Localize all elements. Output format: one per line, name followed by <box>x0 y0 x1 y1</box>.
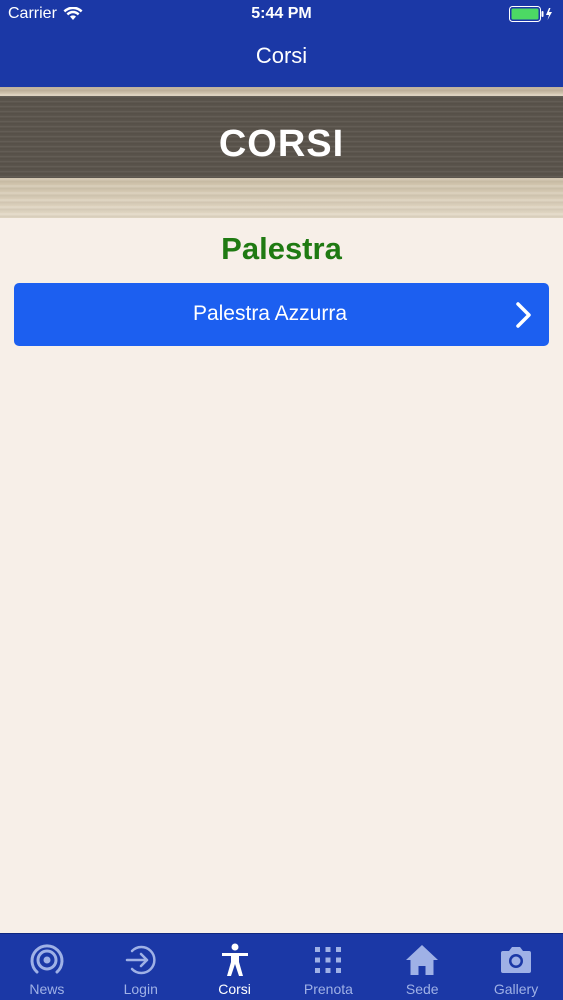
tab-corsi[interactable]: Corsi <box>188 934 282 1000</box>
chevron-right-icon <box>516 302 531 328</box>
tab-bar: News Login Corsi Prenota Sede Gallery <box>0 933 563 1000</box>
broadcast-icon <box>30 944 64 974</box>
tab-label: Gallery <box>493 981 539 997</box>
grid-icon <box>315 947 342 973</box>
tab-prenota[interactable]: Prenota <box>281 934 375 1000</box>
course-label: Palestra Azzurra <box>192 302 348 325</box>
banner-band: CORSI <box>0 96 563 178</box>
tab-label: News <box>29 981 65 997</box>
login-icon <box>125 945 156 975</box>
battery-icon <box>509 6 552 22</box>
tab-news[interactable]: News <box>0 934 94 1000</box>
page-title: Corsi <box>255 43 308 68</box>
status-time: 5:44 PM <box>251 5 312 22</box>
tab-sede[interactable]: Sede <box>375 934 469 1000</box>
home-icon <box>406 945 439 975</box>
navigation-bar: Carrier 5:44 PM Corsi <box>0 0 563 87</box>
camera-icon <box>501 947 532 973</box>
header-banner: CORSI <box>0 87 563 218</box>
banner-title: CORSI <box>218 123 345 165</box>
tab-label: Prenota <box>303 981 353 997</box>
tab-login[interactable]: Login <box>94 934 188 1000</box>
section-heading: Palestra <box>221 231 342 266</box>
person-icon <box>221 943 248 976</box>
status-bar: Carrier 5:44 PM <box>0 0 563 28</box>
tab-label: Login <box>123 981 158 997</box>
tab-label: Sede <box>405 981 439 997</box>
tab-gallery[interactable]: Gallery <box>469 934 563 1000</box>
course-button-palestra-azzurra[interactable]: Palestra Azzurra <box>14 283 549 346</box>
tab-label: Corsi <box>218 981 251 997</box>
